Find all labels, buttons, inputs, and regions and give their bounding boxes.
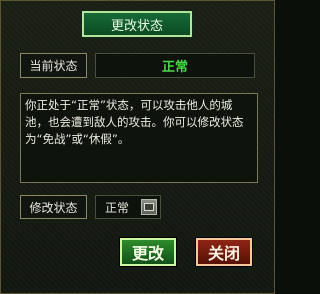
change-status-dialog: 更改状态 当前状态 正常 你正处于“正常”状态，可以攻击他人的城池，也会遭到敌人… xyxy=(0,0,275,294)
change-status-label: 修改状态 xyxy=(20,195,87,219)
current-status-value: 正常 xyxy=(95,53,255,78)
dropdown-arrow-icon[interactable] xyxy=(141,199,157,215)
status-select-value: 正常 xyxy=(105,200,130,215)
close-button[interactable]: 关闭 xyxy=(195,237,253,267)
confirm-change-button[interactable]: 更改 xyxy=(119,237,177,267)
status-select[interactable]: 正常 xyxy=(95,195,161,219)
status-description: 你正处于“正常”状态，可以攻击他人的城池，也会遭到敌人的攻击。你可以修改状态为“… xyxy=(20,93,258,183)
current-status-label: 当前状态 xyxy=(20,53,87,78)
dialog-title: 更改状态 xyxy=(81,10,193,38)
